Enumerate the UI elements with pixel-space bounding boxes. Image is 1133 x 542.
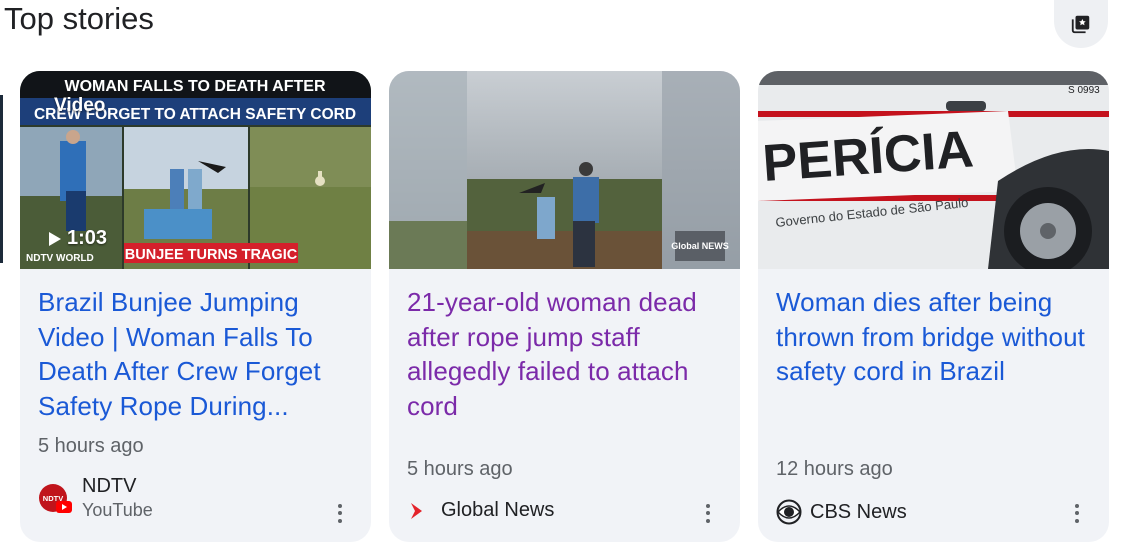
- story-thumbnail[interactable]: PERÍCIA Governo do Estado de São Paulo S…: [758, 71, 1109, 269]
- more-options-button[interactable]: [696, 499, 720, 527]
- more-vert-icon: [706, 503, 710, 508]
- story-source[interactable]: Global News: [407, 499, 554, 522]
- video-label: Video: [54, 95, 106, 116]
- ndtv-world-logo: NDTV WORLD: [26, 253, 94, 264]
- story-thumbnail[interactable]: Global NEWS: [389, 71, 740, 269]
- section-title: Top stories: [4, 1, 154, 36]
- story-card-global-news[interactable]: Global NEWS 21-year-old woman dead after…: [389, 71, 740, 542]
- thumbnail-image: Global NEWS: [389, 71, 740, 269]
- top-stories-page: Top stories WOMAN FALLS TO DEATH AFTER C…: [0, 0, 1133, 542]
- story-time: 5 hours ago: [407, 458, 513, 480]
- duration-text: 1:03: [67, 227, 108, 249]
- story-time: 5 hours ago: [38, 435, 144, 457]
- story-card-ndtv[interactable]: WOMAN FALLS TO DEATH AFTER CREW FORGET T…: [20, 71, 371, 542]
- banner-tag-text: BUNJEE TURNS TRAGIC: [125, 247, 298, 263]
- video-duration: 1:03: [48, 227, 107, 250]
- more-vert-icon: [338, 503, 342, 508]
- story-card-cbs-news[interactable]: PERÍCIA Governo do Estado de São Paulo S…: [758, 71, 1109, 542]
- story-headline[interactable]: Woman dies after being thrown from bridg…: [776, 285, 1098, 389]
- source-platform: YouTube: [82, 500, 153, 520]
- story-source[interactable]: NDTV NDTV YouTube: [38, 475, 153, 521]
- vehicle-plate: S 0993: [1068, 85, 1100, 96]
- story-thumbnail[interactable]: WOMAN FALLS TO DEATH AFTER CREW FORGET T…: [20, 71, 371, 269]
- global-news-logo: Global NEWS: [671, 241, 729, 251]
- more-options-button[interactable]: [328, 499, 352, 527]
- story-time: 12 hours ago: [776, 458, 893, 480]
- ndtv-logo-icon: NDTV: [39, 484, 72, 513]
- add-to-collection-button[interactable]: [1054, 0, 1108, 48]
- more-options-button[interactable]: [1065, 499, 1089, 527]
- source-name: NDTV: [82, 475, 137, 497]
- source-name: Global News: [441, 499, 555, 521]
- story-headline[interactable]: Brazil Bunjee Jumping Video | Woman Fall…: [38, 285, 360, 423]
- banner-top-text: WOMAN FALLS TO DEATH AFTER: [64, 78, 325, 95]
- story-source[interactable]: CBS News: [776, 499, 907, 525]
- cbs-eye-logo-icon: [776, 499, 802, 525]
- source-name: CBS News: [810, 500, 907, 523]
- global-news-logo-icon: [411, 502, 422, 519]
- previous-card-edge: [0, 95, 3, 263]
- more-vert-icon: [1075, 503, 1079, 508]
- add-to-collection-icon: [1071, 15, 1090, 34]
- thumbnail-image: PERÍCIA Governo do Estado de São Paulo S…: [758, 71, 1109, 269]
- play-icon: [49, 231, 61, 246]
- story-headline[interactable]: 21-year-old woman dead after rope jump s…: [407, 285, 729, 423]
